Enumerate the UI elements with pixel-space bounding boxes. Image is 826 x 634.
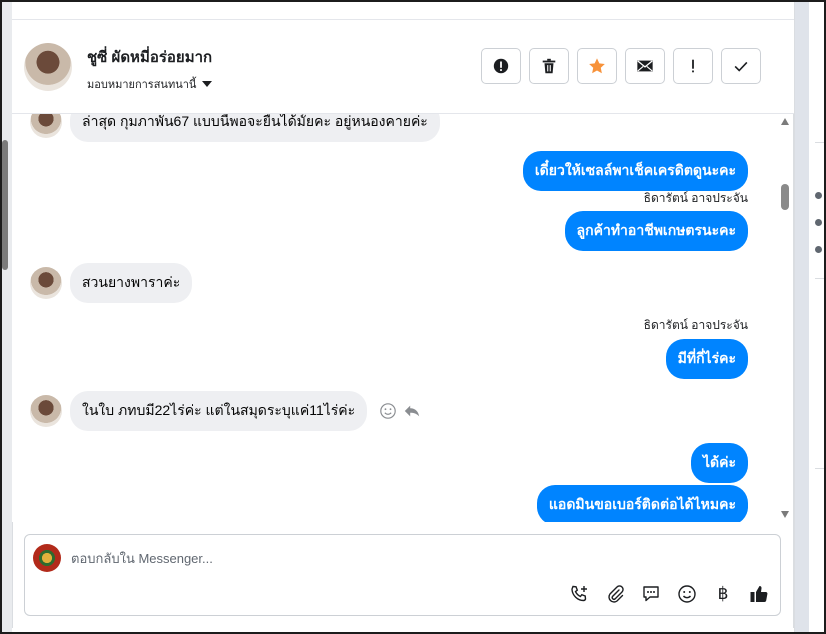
envelope-icon (637, 60, 653, 72)
chat-bubble-icon (643, 586, 659, 602)
page-avatar (33, 544, 61, 572)
alert-circle-icon (493, 58, 509, 74)
reply-icon[interactable] (403, 402, 421, 420)
outgoing-message-bubble[interactable]: เดี๋ยวให้เซลล์พาเช็คเครดิตดูนะคะ (522, 151, 748, 191)
attach-button[interactable] (604, 583, 626, 605)
top-bar (12, 0, 794, 20)
smiley-icon (678, 585, 696, 603)
bullet (815, 246, 822, 253)
react-smiley-icon[interactable] (379, 402, 397, 420)
follow-up-button[interactable] (673, 48, 713, 84)
scrollbar-thumb[interactable] (781, 184, 789, 210)
saved-replies-button[interactable] (640, 583, 662, 605)
incoming-message: ในใบ ภทบมี22ไร่ค่ะ แต่ในสมุดระบุแค่11ไร่… (30, 391, 421, 431)
incoming-message: ล่าสุด กุมภาพัน67 แบบนี้พอจะยื่นได้มั้ยค… (30, 114, 440, 142)
thumbs-up-icon (750, 586, 768, 602)
check-icon (734, 61, 748, 72)
divider (815, 278, 826, 279)
contact-avatar[interactable] (24, 43, 72, 91)
sender-avatar[interactable] (30, 267, 62, 299)
bullet (815, 219, 822, 226)
right-side-panel (794, 0, 826, 634)
outer-scrollbar-thumb[interactable] (2, 140, 8, 270)
incoming-message: สวนยางพาราค่ะ (30, 263, 193, 303)
exclamation-icon (692, 59, 694, 73)
baht-icon: ฿ (717, 584, 729, 604)
header-actions (481, 48, 761, 84)
caret-down-icon (202, 81, 213, 87)
message-bubble[interactable]: ล่าสุด กุมภาพัน67 แบบนี้พอจะยื่นได้มั้ยค… (70, 114, 440, 142)
message-list[interactable]: ล่าสุด กุมภาพัน67 แบบนี้พอจะยื่นได้มั้ยค… (12, 114, 778, 522)
sender-avatar[interactable] (30, 114, 62, 138)
outgoing-message-bubble[interactable]: ได้ค่ะ (690, 443, 748, 483)
assign-conversation-dropdown[interactable]: มอบหมายการสนทนานี้ (87, 75, 213, 93)
like-button[interactable] (748, 583, 770, 605)
bullet (815, 192, 822, 199)
left-scroll-strip (0, 0, 12, 634)
right-panel-edge (795, 0, 809, 634)
assign-label: มอบหมายการสนทนานี้ (87, 79, 197, 91)
message-hover-tools (379, 402, 421, 420)
outgoing-message-bubble[interactable]: มีที่กี่ไร่คะ (665, 339, 748, 379)
scroll-down-arrow-icon[interactable] (781, 511, 789, 518)
payment-button[interactable]: ฿ (712, 583, 734, 605)
mark-done-button[interactable] (721, 48, 761, 84)
sender-avatar[interactable] (30, 395, 62, 427)
sender-name: ธิดารัตน์ อาจประจัน (643, 318, 748, 332)
divider (815, 142, 826, 143)
mark-unread-button[interactable] (625, 48, 665, 84)
message-bubble[interactable]: สวนยางพาราค่ะ (70, 263, 193, 303)
sender-name: ธิดารัตน์ อาจประจัน (643, 191, 748, 205)
alert-button[interactable] (481, 48, 521, 84)
contact-name[interactable]: ชูซี่ ผัดหมี่อร่อยมาก (87, 45, 212, 69)
paperclip-icon (608, 585, 624, 603)
emoji-button[interactable] (676, 583, 698, 605)
divider (815, 468, 826, 469)
reply-input[interactable] (71, 547, 761, 569)
composer-tools: ฿ (568, 583, 770, 605)
trash-icon (542, 58, 556, 74)
phone-add-icon (571, 585, 587, 602)
star-button[interactable] (577, 48, 617, 84)
delete-button[interactable] (529, 48, 569, 84)
message-scrollbar[interactable] (778, 114, 792, 522)
star-icon (589, 58, 605, 74)
message-bubble[interactable]: ในใบ ภทบมี22ไร่ค่ะ แต่ในสมุดระบุแค่11ไร่… (70, 391, 368, 431)
outgoing-message-bubble[interactable]: ลูกค้าทำอาชีพเกษตรนะคะ (564, 211, 748, 251)
conversation-header: ชูซี่ ผัดหมี่อร่อยมาก มอบหมายการสนทนานี้ (12, 20, 794, 114)
outgoing-message-bubble[interactable]: แอดมินขอเบอร์ติดต่อได้ไหมคะ (536, 485, 748, 522)
call-button[interactable] (568, 583, 590, 605)
scroll-up-arrow-icon[interactable] (781, 118, 789, 125)
reply-composer: ฿ (24, 534, 781, 616)
